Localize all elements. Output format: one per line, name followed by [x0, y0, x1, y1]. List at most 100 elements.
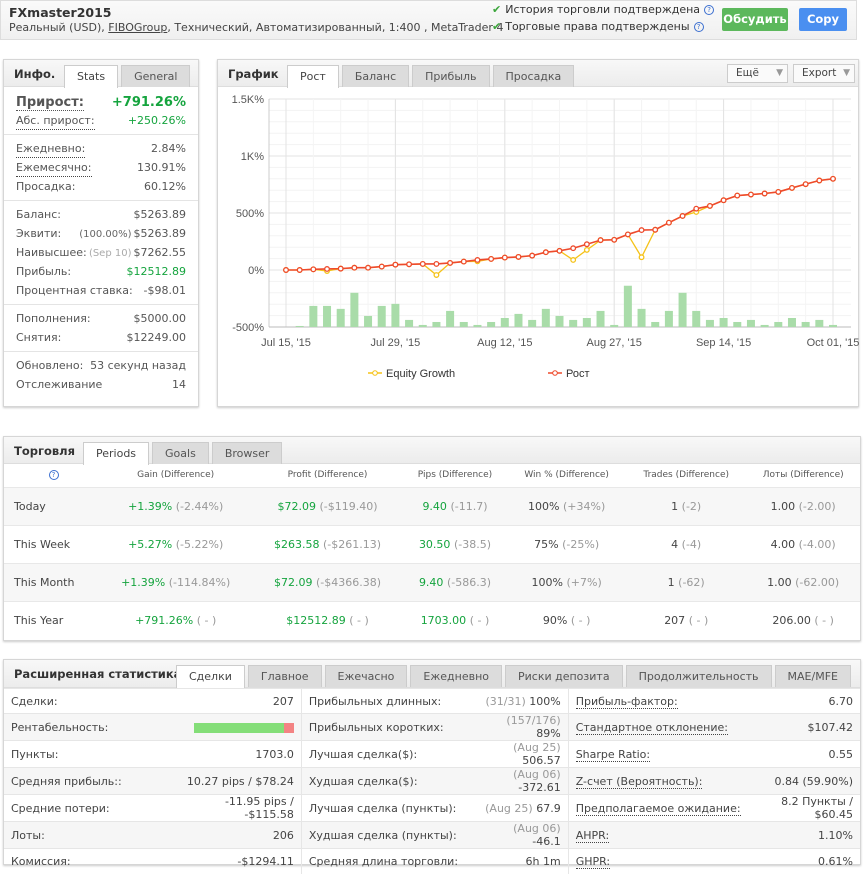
data-point [761, 190, 768, 197]
y-tick-label: -500% [232, 322, 264, 334]
periods-table: ? Gain (Difference) Profit (Difference) Pip… [4, 464, 860, 639]
table-cell: 75% (-25%) [507, 524, 627, 563]
tab-extended-0[interactable]: Сделки [176, 665, 245, 688]
cell-difference: ( - ) [349, 613, 369, 627]
data-point [816, 177, 823, 184]
stat-label[interactable]: Прибыль-фактор: [575, 694, 678, 709]
stat-value-cell: 1703.0 [174, 740, 302, 768]
tab-extended-1[interactable]: Главное [247, 665, 322, 687]
table-cell: 30.50 (-38.5) [402, 524, 508, 563]
stat-label: Сделки: [11, 694, 58, 708]
bar [637, 308, 646, 327]
bar [336, 308, 345, 327]
stat-label[interactable]: Предполагаемое ожидание: [575, 801, 741, 816]
table-row: Комиссия: -$1294.11 Средняя длина торговли… [4, 848, 860, 874]
data-point [501, 254, 508, 261]
profitability-loss [283, 722, 294, 733]
stat-value: 206 [272, 828, 294, 842]
broker-link[interactable]: FIBOGroup [108, 21, 167, 34]
cell-value: +1.39% [121, 575, 166, 589]
stat-value-cell: 0.55 [758, 740, 860, 768]
info-label[interactable]: Абс. прирост: [16, 111, 95, 130]
period-label: This Month [4, 562, 99, 601]
table-row: This Week +5.27% (-5.22%) $263.58 (-$261.1… [4, 524, 860, 563]
table-cell: 1703.00 ( - ) [402, 600, 508, 639]
help-icon[interactable]: ? [48, 470, 59, 480]
bar [555, 315, 564, 327]
info-label[interactable]: Ежедневно: [16, 139, 86, 158]
stat-value-cell: 1.10% [758, 821, 860, 849]
stat-label-cell: Худшая сделка (пункты): [300, 821, 477, 849]
data-point [775, 188, 782, 195]
stat-value-cell: -$1294.11 [174, 848, 302, 874]
info-value: $12249.00 [127, 328, 187, 347]
stat-label: Рентабельность: [11, 720, 109, 734]
tab-extended-5[interactable]: Продолжительность [625, 665, 772, 687]
gain-row: Прирост: +791.26% [4, 87, 198, 111]
tab-browser[interactable]: Browser [211, 442, 283, 464]
discuss-button[interactable]: Обсудить [722, 8, 788, 31]
info-row: Процентная ставка: -$98.01 [4, 281, 198, 300]
stat-value-cell: $107.42 [758, 713, 860, 741]
gain-label[interactable]: Прирост: [16, 95, 84, 111]
cell-value: 9.40 [418, 575, 444, 589]
tab-extended-3[interactable]: Ежедневно [410, 665, 502, 687]
info-label: Баланс: [16, 208, 62, 221]
y-tick-label: 500% [236, 208, 264, 220]
info-number: $5000.00 [133, 312, 187, 325]
stat-value: $107.42 [807, 720, 854, 734]
stat-label-cell: Пункты: [4, 740, 174, 768]
data-point [378, 263, 385, 270]
cell-value: 100% [531, 575, 563, 589]
info-row: Снятия: $12249.00 [4, 328, 198, 347]
help-icon[interactable]: ? [693, 22, 704, 32]
extended-stats-panel: Расширенная статистика Сделки Главное Ежеч… [3, 659, 861, 874]
tab-extended-4[interactable]: Риски депозита [505, 665, 623, 687]
x-tick-label: Jul 15, '15 [261, 337, 311, 349]
tab-periods[interactable]: Periods [83, 442, 150, 465]
help-icon[interactable]: ? [704, 5, 715, 15]
stat-label[interactable]: Sharpe Ratio: [575, 747, 651, 762]
bar [678, 292, 687, 327]
stat-value: 6.70 [828, 694, 854, 708]
stat-label[interactable]: AHPR: [575, 828, 610, 843]
tab-extended-2[interactable]: Ежечасно [324, 665, 408, 687]
legend-marker [552, 370, 558, 376]
stat-label[interactable]: Z-счет (Вероятность): [575, 774, 703, 789]
table-cell: $72.09 (-$4366.38) [252, 562, 403, 601]
tab-extended-6[interactable]: MAE/MFE [774, 665, 851, 687]
cell-value: 9.40 [422, 499, 447, 513]
data-point [337, 265, 344, 272]
column-header: Pips (Difference) [417, 470, 493, 481]
data-point [570, 245, 577, 252]
copy-button[interactable]: Copy [799, 8, 847, 31]
tab-goals[interactable]: Goals [152, 442, 209, 464]
data-point [624, 231, 631, 238]
data-point [296, 267, 303, 273]
cell-difference: (-$119.40) [319, 499, 378, 513]
stat-value-cell: -11.95 pips / -$115.58 [174, 794, 302, 822]
tab-stats[interactable]: Stats [64, 65, 119, 88]
table-row: This Year +791.26% ( - ) $12512.89 ( - ) 17… [4, 600, 860, 639]
table-cell: 1.00 (-2.00) [746, 486, 860, 525]
stat-label-cell: Комиссия: [4, 848, 174, 874]
stat-label-cell: Средняя длина торговли: [300, 848, 477, 874]
info-panel: Инфо. Stats General Прирост: +791.26% Аб… [3, 59, 199, 407]
stat-label-cell: AHPR: [567, 821, 759, 849]
info-value: 2.84% [151, 139, 186, 158]
info-row: Ежедневно: 2.84% [4, 139, 198, 158]
info-value: $12512.89 [127, 262, 187, 281]
stat-label-cell: Сделки: [4, 688, 174, 714]
table-row: This Month +1.39% (-114.84%) $72.09 (-$436… [4, 562, 860, 601]
cell-difference: (+34%) [563, 499, 606, 513]
stat-label: Лоты: [11, 828, 45, 842]
data-point [706, 202, 713, 209]
info-label[interactable]: Ежемесячно: [16, 158, 92, 177]
stat-label[interactable]: GHPR: [575, 854, 611, 869]
bar [664, 310, 673, 327]
tab-general[interactable]: General [121, 65, 191, 87]
stat-value-cell: 8.2 Пункты / $60.45 [758, 794, 860, 822]
stat-label[interactable]: Стандартное отклонение: [575, 720, 728, 735]
info-value: 130.91% [137, 158, 186, 177]
stat-label: Лучшая сделка($): [308, 747, 418, 761]
